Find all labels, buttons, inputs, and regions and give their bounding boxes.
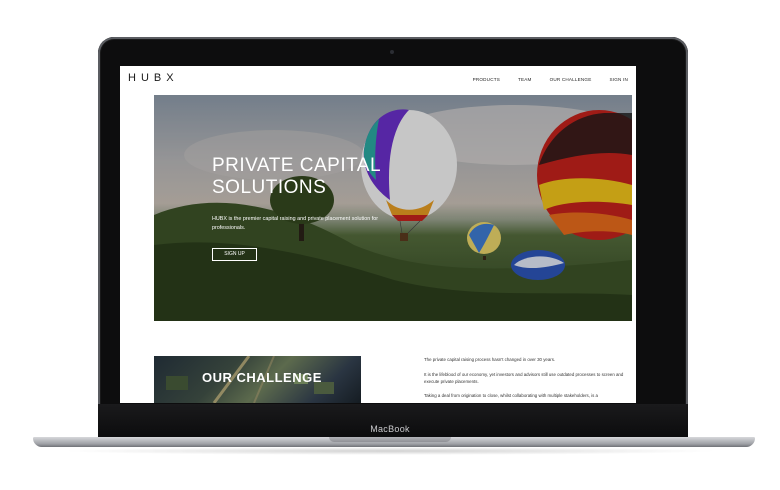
laptop-shadow (60, 447, 720, 455)
nav-sign-in[interactable]: SIGN IN (609, 77, 628, 82)
balloon-small-2 (511, 250, 565, 280)
screen: HUBX PRODUCTS TEAM OUR CHALLENGE SIGN IN (120, 66, 636, 403)
site-logo[interactable]: HUBX (128, 72, 179, 84)
nav-team[interactable]: TEAM (518, 77, 532, 82)
nav-links: PRODUCTS TEAM OUR CHALLENGE SIGN IN (473, 77, 628, 82)
camera-icon (390, 50, 394, 54)
challenge-paragraph-3: Taking a deal from origination to close,… (424, 393, 599, 399)
hero-image (154, 105, 632, 321)
laptop-notch (329, 437, 451, 442)
nav-our-challenge[interactable]: OUR CHALLENGE (550, 77, 592, 82)
balloon-right (537, 110, 632, 240)
laptop-chin (98, 404, 688, 440)
challenge-paragraph-2: It is the lifeblood of our economy, yet … (424, 371, 624, 384)
hero-subtitle: HUBX is the premier capital raising and … (212, 216, 378, 231)
site-nav: HUBX PRODUCTS TEAM OUR CHALLENGE SIGN IN (120, 66, 636, 95)
nav-products[interactable]: PRODUCTS (473, 77, 500, 82)
challenge-image: OUR CHALLENGE (154, 356, 361, 403)
device-label: MacBook (370, 424, 410, 434)
hero-title: PRIVATE CAPITAL SOLUTIONS (212, 155, 412, 199)
sign-up-button[interactable]: SIGN UP (212, 248, 257, 261)
hero-section: PRIVATE CAPITAL SOLUTIONS HUBX is the pr… (154, 95, 632, 321)
challenge-paragraph-1: The private capital raising process hasn… (424, 357, 556, 362)
balloon-small-1 (467, 222, 501, 260)
hero-title-line1: PRIVATE CAPITAL (212, 155, 382, 176)
hero-title-line2: SOLUTIONS (212, 177, 327, 198)
challenge-title: OUR CHALLENGE (202, 370, 322, 385)
laptop: HUBX PRODUCTS TEAM OUR CHALLENGE SIGN IN (0, 0, 780, 490)
challenge-text: The private capital raising process hasn… (424, 357, 632, 403)
